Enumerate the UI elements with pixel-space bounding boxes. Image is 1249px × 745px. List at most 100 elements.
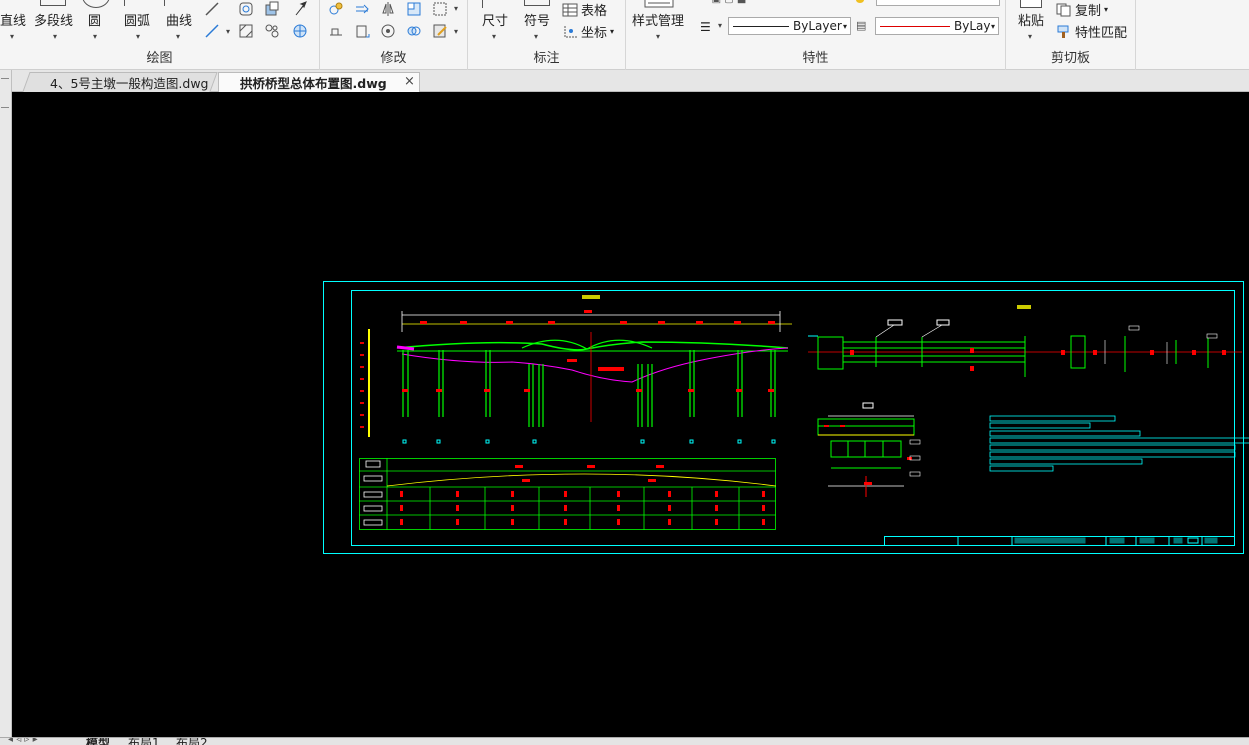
stretch-icon[interactable] (328, 23, 344, 39)
line-button[interactable]: 直线 (0, 10, 26, 29)
coordinate-button[interactable]: 坐标 ▾ (562, 22, 614, 41)
polyline-button[interactable]: 多段线 (34, 10, 73, 29)
chevron-down-icon[interactable]: ▾ (10, 32, 14, 41)
scale-icon[interactable] (354, 23, 370, 39)
properties-panel: 样式管理 ▾ ᵒ ▣ ▢ ■ ☰ ▾ ByLayer ▾ ▤ ByLay ▾ 特… (626, 0, 1006, 70)
profile-table (359, 458, 777, 530)
linetype-value: ByLayer (793, 19, 842, 33)
dimension-label: 尺寸 (482, 14, 509, 29)
tab-layout2-label: 布局2 (176, 737, 208, 745)
rectangle-select-icon[interactable] (432, 1, 448, 17)
group-icon[interactable] (264, 23, 280, 39)
edit-icon[interactable] (432, 23, 448, 39)
table-label: 表格 (581, 4, 608, 19)
paste-icon (1020, 0, 1042, 8)
dimension-button[interactable]: 尺寸 (482, 10, 508, 29)
copy-icon (1056, 3, 1071, 16)
arc-label: 圆弧 (124, 14, 151, 29)
block-icon[interactable] (264, 1, 280, 17)
circle-button[interactable]: 圆 (88, 10, 101, 29)
tab-layout1-label: 布局1 (128, 737, 160, 745)
chevron-down-icon[interactable]: ▾ (610, 27, 614, 36)
document-tab-2-label[interactable]: 拱桥桥型总体布置图.dwg (232, 72, 395, 92)
draw-panel: 直线 ▾ 多段线 ▾ 圆 ▾ 圆弧 ▾ 曲线 ▾ ▾ 绘图 (0, 0, 320, 70)
symbol-icon (524, 0, 550, 6)
document-tab-1-label[interactable]: 4、5号主墩一般构造图.dwg (42, 72, 216, 92)
chevron-down-icon[interactable]: ▾ (53, 32, 57, 41)
move-icon[interactable] (328, 1, 344, 17)
array-icon[interactable] (406, 23, 422, 39)
curve-button[interactable]: 曲线 (166, 10, 192, 29)
offset-icon[interactable] (406, 1, 422, 17)
modify-panel: ▾ ▾ 修改 (320, 0, 468, 70)
table-button[interactable]: 表格 (562, 0, 607, 19)
match-properties-label: 特性匹配 (1075, 26, 1128, 41)
dimension-icon (482, 0, 508, 8)
ray-icon[interactable] (204, 23, 220, 39)
elevation-title-mark (582, 295, 600, 299)
plan-view (808, 305, 1242, 377)
rotate-icon[interactable] (354, 1, 370, 17)
polyline-label: 多段线 (34, 14, 74, 29)
layer-combo[interactable] (876, 0, 1000, 6)
chevron-down-icon[interactable]: ▾ (226, 27, 230, 36)
lineweight-value: ByLay (954, 19, 991, 33)
drawing-canvas[interactable] (12, 92, 1249, 737)
coordinate-label: 坐标 (581, 26, 608, 41)
match-properties-button[interactable]: 特性匹配 (1056, 22, 1127, 41)
region-icon[interactable] (238, 1, 254, 17)
hatch-icon[interactable] (238, 23, 254, 39)
chevron-down-icon[interactable]: ▾ (176, 32, 180, 41)
arc-button[interactable]: 圆弧 (124, 10, 150, 29)
polyline-icon (40, 0, 66, 6)
chevron-down-icon[interactable]: ▾ (1028, 32, 1032, 41)
chevron-down-icon: ▾ (990, 21, 995, 31)
mirror-icon[interactable] (380, 1, 396, 17)
paste-button[interactable]: 粘贴 (1018, 10, 1044, 29)
chevron-down-icon[interactable]: ▾ (656, 32, 660, 41)
chevron-down-icon[interactable]: ▾ (136, 32, 140, 41)
chevron-down-icon[interactable]: ▾ (492, 32, 496, 41)
pick-icon[interactable] (292, 1, 308, 17)
lineweight-list-icon: ▤ (856, 19, 867, 32)
clipboard-panel: 粘贴 ▾ 复制 ▾ 特性匹配 剪切板 (1006, 0, 1136, 70)
close-icon[interactable]: × (404, 74, 415, 89)
arc-icon (124, 0, 129, 6)
cad-drawing (323, 281, 1249, 554)
paste-label: 粘贴 (1018, 14, 1045, 29)
curve-icon (164, 0, 169, 6)
xline-icon[interactable] (204, 1, 220, 17)
chevron-down-icon[interactable]: ▾ (454, 27, 458, 36)
tab-model[interactable]: 模型 (86, 737, 111, 745)
layer-row-icons[interactable]: ᵒ ▣ ▢ ■ (698, 0, 834, 5)
table-icon (562, 3, 578, 16)
ribbon: 直线 ▾ 多段线 ▾ 圆 ▾ 圆弧 ▾ 曲线 ▾ ▾ 绘图 ▾ ▾ 修改 尺寸 … (0, 0, 1249, 70)
copy-button[interactable]: 复制 ▾ (1056, 0, 1108, 19)
chevron-down-icon[interactable]: ▾ (454, 4, 458, 13)
document-tab-bar: 4、5号主墩一般构造图.dwg 拱桥桥型总体布置图.dwg × (0, 70, 1249, 92)
copy-label: 复制 (1075, 4, 1102, 19)
linetype-combo[interactable]: ByLayer ▾ (728, 17, 851, 35)
rotate-circle-icon[interactable] (380, 23, 396, 39)
light-bulb-icon (856, 0, 864, 3)
tab-model-label: 模型 (86, 737, 111, 745)
chevron-down-icon[interactable]: ▾ (93, 32, 97, 41)
globe-icon[interactable] (292, 23, 308, 39)
annotate-panel-title: 标注 (533, 51, 560, 66)
circle-icon (82, 0, 110, 8)
tab-layout2[interactable]: 布局2 (176, 737, 208, 745)
left-side-palette-strip[interactable] (0, 70, 12, 745)
curve-label: 曲线 (166, 14, 193, 29)
style-manager-button[interactable]: 样式管理 (632, 10, 684, 29)
nav-arrows-icon[interactable]: ◂ ◃ ▹ ▸ (8, 738, 38, 745)
tab-layout1[interactable]: 布局1 (128, 737, 160, 745)
modify-panel-title: 修改 (380, 51, 407, 66)
symbol-label: 符号 (524, 14, 551, 29)
symbol-button[interactable]: 符号 (524, 10, 550, 29)
layout-tab-bar: ◂ ◃ ▹ ▸ 模型 布局1 布局2 (0, 737, 1249, 745)
chevron-down-icon[interactable]: ▾ (534, 32, 538, 41)
sheet-inner-frame (351, 290, 1235, 546)
chevron-down-icon[interactable]: ▾ (718, 21, 722, 30)
lineweight-combo[interactable]: ByLay ▾ (875, 17, 999, 35)
chevron-down-icon[interactable]: ▾ (1104, 5, 1108, 14)
